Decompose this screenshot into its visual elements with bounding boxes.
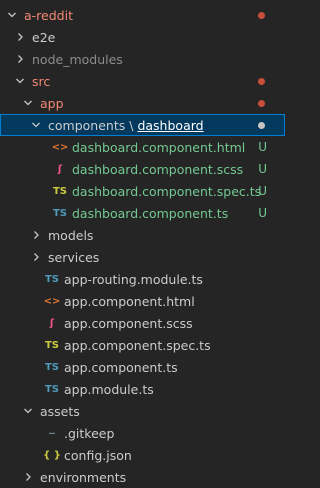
json-file-icon: { } [43,449,61,461]
gitkeep-file-icon: ‒ [48,427,56,439]
folder-row[interactable]: e2e [0,26,285,48]
git-untracked-badge: U [258,206,267,220]
typescript-file-icon: TS [52,207,68,219]
folder-row[interactable]: models [0,224,285,246]
tree-item-label: app.component.html [64,293,195,309]
spec-file-icon: TS [52,185,68,197]
tree-item-label: e2e [32,29,56,45]
chevron-down-icon[interactable] [4,10,20,20]
chevron-down-icon[interactable] [20,98,36,108]
scss-file-icon: ʃ [49,317,55,329]
tree-item-label: app-routing.module.ts [64,271,203,287]
tree-item-label: config.json [64,447,132,463]
compact-folder-separator: \ [129,117,134,133]
file-row[interactable]: ʃ dashboard.component.scss U [0,158,285,180]
tree-item-label: services [48,249,100,265]
chevron-right-icon[interactable] [12,54,28,64]
chevron-right-icon[interactable] [20,472,36,482]
tree-item-label: app.component.scss [64,315,193,331]
tree-item-label: dashboard.component.html [72,139,246,155]
folder-row[interactable]: app [0,92,285,114]
chevron-down-icon[interactable] [28,120,44,130]
tree-item-label: app.component.ts [64,359,178,375]
typescript-file-icon: TS [44,361,60,373]
tree-item-label: components [48,117,126,133]
chevron-right-icon[interactable] [28,252,44,262]
compact-folder-segment[interactable]: dashboard [137,118,203,133]
git-status-dot [258,121,265,129]
file-row[interactable]: TS app-routing.module.ts [0,268,285,290]
folder-row[interactable]: assets [0,400,285,422]
scss-file-icon: ʃ [57,163,63,175]
file-row[interactable]: { } config.json [0,444,285,466]
git-status-dot [258,77,265,85]
chevron-down-icon[interactable] [12,76,28,86]
typescript-file-icon: TS [44,273,60,285]
file-row[interactable]: ‒ .gitkeep [0,422,285,444]
tree-item-label: src [32,73,51,89]
folder-row[interactable]: src [0,70,285,92]
git-untracked-badge: U [258,140,267,154]
html-file-icon: <> [43,295,61,307]
file-row[interactable]: TS app.component.ts [0,356,285,378]
tree-item-label: dashboard.component.spec.ts [72,183,262,199]
tree-item-label: node_modules [32,51,123,67]
folder-row[interactable]: a-reddit [0,4,285,26]
tree-item-label: .gitkeep [64,425,115,441]
html-file-icon: <> [51,141,69,153]
chevron-right-icon[interactable] [12,32,28,42]
file-row[interactable]: TS app.module.ts [0,378,285,400]
chevron-right-icon[interactable] [28,230,44,240]
file-row[interactable]: <> dashboard.component.html U [0,136,285,158]
tree-item-label: assets [40,403,80,419]
git-untracked-badge: U [258,162,267,176]
file-row[interactable]: <> app.component.html [0,290,285,312]
file-row[interactable]: ʃ app.component.scss [0,312,285,334]
chevron-down-icon[interactable] [20,406,36,416]
tree-item-label: a-reddit [24,7,73,23]
git-untracked-badge: U [258,184,267,198]
tree-item-label: app [40,95,64,111]
folder-row[interactable]: components \ dashboard [0,114,285,136]
file-row[interactable]: TS dashboard.component.ts U [0,202,285,224]
folder-row[interactable]: services [0,246,285,268]
tree-item-label: app.component.spec.ts [64,337,211,353]
folder-row[interactable]: environments [0,466,285,488]
tree-item-label: app.module.ts [64,381,154,397]
git-status-dot [258,11,265,19]
file-row[interactable]: TS dashboard.component.spec.ts U [0,180,285,202]
file-row[interactable]: TS app.component.spec.ts [0,334,285,356]
git-status-dot [258,99,265,107]
tree-item-label: models [48,227,94,243]
spec-file-icon: TS [44,339,60,351]
typescript-file-icon: TS [44,383,60,395]
folder-row[interactable]: node_modules [0,48,285,70]
tree-item-label: dashboard.component.ts [72,205,229,221]
tree-item-label: dashboard.component.scss [72,161,244,177]
tree-item-label: environments [40,469,127,485]
file-explorer-tree: a-reddit e2e node_modulessrc app components \… [0,0,285,485]
